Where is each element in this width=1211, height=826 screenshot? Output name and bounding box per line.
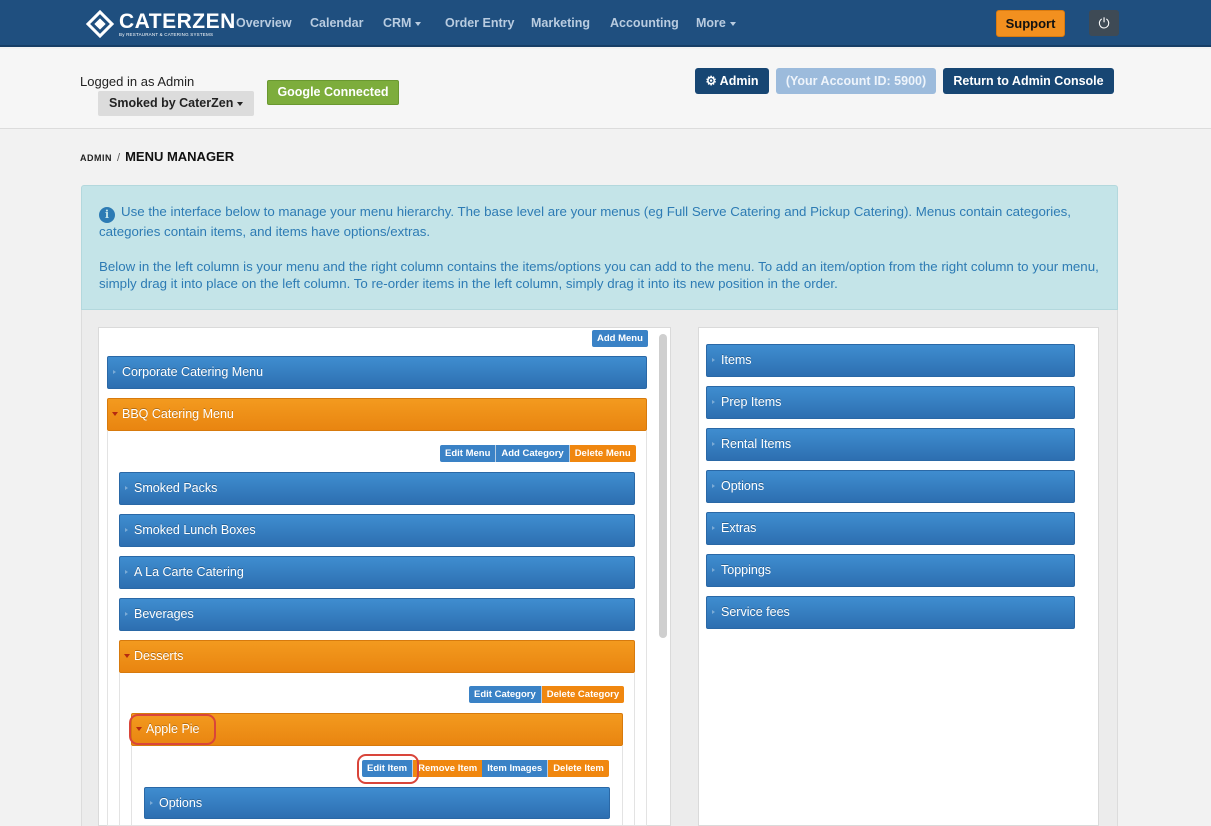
expanded-arrow-icon [112,411,118,416]
breadcrumb: ADMIN / MENU MANAGER [80,149,234,164]
collapsed-arrow-icon [113,370,116,374]
add-menu-button[interactable]: Add Menu [592,330,648,347]
category-a-la-carte-catering[interactable]: A La Carte Catering [119,556,635,589]
admin-button[interactable]: ⚙ Admin [695,68,769,94]
account-bar: Logged in as Admin Smoked by CaterZen Go… [0,49,1211,129]
nav-calendar[interactable]: Calendar [310,16,364,30]
category-beverages[interactable]: Beverages [119,598,635,631]
nav-overview[interactable]: Overview [236,16,292,30]
info-alert: i Use the interface below to manage your … [81,185,1118,310]
source-items[interactable]: Items [706,344,1075,377]
highlight-edit-item [357,754,419,784]
collapsed-arrow-icon [712,526,715,530]
logout-button[interactable]: ⏻ [1089,10,1119,36]
category-smoked-lunch-boxes[interactable]: Smoked Lunch Boxes [119,514,635,547]
highlight-apple-pie [129,714,216,745]
page-title: MENU MANAGER [125,149,235,164]
left-column-scrollbar[interactable] [659,334,667,638]
info-icon: i [99,207,115,223]
logo-diamond-icon [85,9,115,39]
brand-tagline: By RESTAURANT & CATERING SYSTEMS [119,31,214,37]
google-connected-button[interactable]: Google Connected [267,80,399,105]
support-button[interactable]: Support [996,10,1065,37]
source-prep-items[interactable]: Prep Items [706,386,1075,419]
category-desserts[interactable]: Desserts [119,640,635,673]
nav-marketing[interactable]: Marketing [531,16,590,30]
nav-more[interactable]: More [696,16,736,30]
nav-crm[interactable]: CRM [383,16,422,30]
item-images-button[interactable]: Item Images [482,760,549,777]
collapsed-arrow-icon [712,610,715,614]
organization-dropdown[interactable]: Smoked by CaterZen [98,91,254,116]
gear-icon: ⚙ [705,74,717,88]
menu-actions: Edit Menu Add Category Delete Menu [440,445,636,462]
source-toppings[interactable]: Toppings [706,554,1075,587]
nav-order-entry[interactable]: Order Entry [445,16,514,30]
source-service-fees[interactable]: Service fees [706,596,1075,629]
caterzen-logo[interactable]: CATERZEN By RESTAURANT & CATERING SYSTEM… [85,9,236,39]
category-smoked-packs[interactable]: Smoked Packs [119,472,635,505]
edit-menu-button[interactable]: Edit Menu [440,445,497,462]
collapsed-arrow-icon [125,570,128,574]
collapsed-arrow-icon [712,400,715,404]
power-icon: ⏻ [1098,15,1110,31]
menu-corporate-catering[interactable]: Corporate Catering Menu [107,356,647,389]
brand-name: CATERZEN [119,9,236,33]
delete-item-button[interactable]: Delete Item [548,760,609,777]
account-id-badge: (Your Account ID: 5900) [776,68,936,94]
source-extras[interactable]: Extras [706,512,1075,545]
collapsed-arrow-icon [712,484,715,488]
nav-accounting[interactable]: Accounting [610,16,679,30]
source-rental-items[interactable]: Rental Items [706,428,1075,461]
info-paragraph-1: Use the interface below to manage your m… [99,204,1071,239]
remove-item-button[interactable]: Remove Item [413,760,483,777]
collapsed-arrow-icon [712,442,715,446]
collapsed-arrow-icon [125,528,128,532]
breadcrumb-separator: / [117,152,121,164]
collapsed-arrow-icon [125,612,128,616]
info-paragraph-2: Below in the left column is your menu an… [99,258,1099,292]
delete-menu-button[interactable]: Delete Menu [569,445,636,462]
delete-category-button[interactable]: Delete Category [541,686,625,703]
return-to-admin-console-button[interactable]: Return to Admin Console [943,68,1114,94]
source-options[interactable]: Options [706,470,1075,503]
expanded-arrow-icon [124,653,130,658]
add-category-button[interactable]: Add Category [496,445,570,462]
breadcrumb-admin-link[interactable]: ADMIN [80,153,112,163]
chevron-down-icon [729,21,736,26]
collapsed-arrow-icon [150,800,153,805]
chevron-down-icon [415,21,422,26]
edit-category-button[interactable]: Edit Category [469,686,542,703]
collapsed-arrow-icon [712,358,715,362]
logged-in-text: Logged in as Admin [80,74,195,89]
collapsed-arrow-icon [125,486,128,490]
chevron-down-icon [237,101,244,106]
menu-bbq-catering[interactable]: BBQ Catering Menu [107,398,647,431]
category-actions: Edit Category Delete Category [469,686,625,703]
item-options-group[interactable]: Options [144,787,610,819]
top-navbar: CATERZEN By RESTAURANT & CATERING SYSTEM… [0,0,1211,47]
collapsed-arrow-icon [712,568,715,572]
